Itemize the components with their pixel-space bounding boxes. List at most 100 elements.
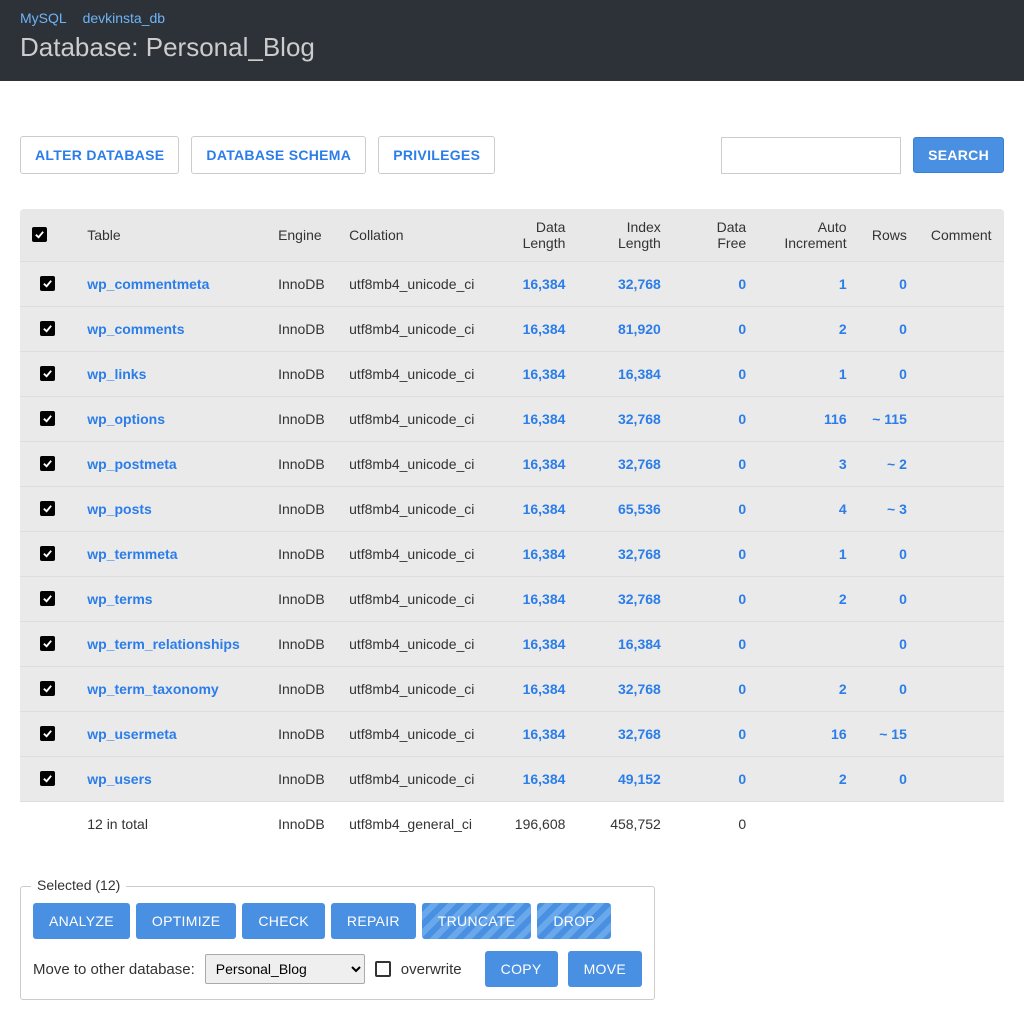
search-input[interactable] <box>721 137 901 174</box>
table-link[interactable]: wp_usermeta <box>87 726 176 742</box>
cell-auto-increment[interactable]: 1 <box>758 262 858 307</box>
truncate-button[interactable]: TRUNCATE <box>422 903 532 939</box>
table-link[interactable]: wp_users <box>87 771 152 787</box>
table-link[interactable]: wp_termmeta <box>87 546 177 562</box>
cell-data-free[interactable]: 0 <box>673 757 758 802</box>
cell-index-length[interactable]: 32,768 <box>577 712 672 757</box>
database-schema-button[interactable]: DATABASE SCHEMA <box>191 136 366 174</box>
optimize-button[interactable]: OPTIMIZE <box>136 903 237 939</box>
alter-database-button[interactable]: ALTER DATABASE <box>20 136 179 174</box>
cell-rows[interactable]: ~ 115 <box>859 397 919 442</box>
col-header-collation[interactable]: Collation <box>337 209 487 262</box>
cell-data-length[interactable]: 16,384 <box>487 622 577 667</box>
cell-index-length[interactable]: 32,768 <box>577 442 672 487</box>
cell-rows[interactable]: 0 <box>859 667 919 712</box>
cell-index-length[interactable]: 49,152 <box>577 757 672 802</box>
row-checkbox[interactable] <box>40 501 55 516</box>
cell-data-length[interactable]: 16,384 <box>487 757 577 802</box>
row-checkbox[interactable] <box>40 636 55 651</box>
row-checkbox[interactable] <box>40 771 55 786</box>
row-checkbox[interactable] <box>40 456 55 471</box>
cell-index-length[interactable]: 32,768 <box>577 667 672 712</box>
cell-index-length[interactable]: 32,768 <box>577 262 672 307</box>
cell-data-free[interactable]: 0 <box>673 487 758 532</box>
move-target-select[interactable]: Personal_Blog <box>205 954 365 984</box>
cell-rows[interactable]: ~ 15 <box>859 712 919 757</box>
cell-auto-increment[interactable]: 2 <box>758 667 858 712</box>
cell-index-length[interactable]: 32,768 <box>577 577 672 622</box>
cell-data-length[interactable]: 16,384 <box>487 352 577 397</box>
cell-auto-increment[interactable]: 3 <box>758 442 858 487</box>
cell-rows[interactable]: ~ 2 <box>859 442 919 487</box>
col-header-index-length[interactable]: Index Length <box>577 209 672 262</box>
row-checkbox[interactable] <box>40 546 55 561</box>
cell-auto-increment[interactable]: 2 <box>758 577 858 622</box>
table-link[interactable]: wp_term_taxonomy <box>87 681 218 697</box>
cell-rows[interactable]: 0 <box>859 307 919 352</box>
check-button[interactable]: CHECK <box>242 903 325 939</box>
table-link[interactable]: wp_commentmeta <box>87 276 209 292</box>
cell-rows[interactable]: 0 <box>859 622 919 667</box>
col-header-data-free[interactable]: Data Free <box>673 209 758 262</box>
overwrite-checkbox[interactable] <box>375 961 391 977</box>
row-checkbox[interactable] <box>40 681 55 696</box>
row-checkbox[interactable] <box>40 366 55 381</box>
cell-auto-increment[interactable]: 2 <box>758 307 858 352</box>
table-link[interactable]: wp_posts <box>87 501 152 517</box>
cell-auto-increment[interactable]: 16 <box>758 712 858 757</box>
cell-data-free[interactable]: 0 <box>673 397 758 442</box>
cell-index-length[interactable]: 16,384 <box>577 622 672 667</box>
cell-data-free[interactable]: 0 <box>673 352 758 397</box>
cell-rows[interactable]: 0 <box>859 352 919 397</box>
cell-auto-increment[interactable] <box>758 622 858 667</box>
row-checkbox[interactable] <box>40 726 55 741</box>
cell-index-length[interactable]: 65,536 <box>577 487 672 532</box>
search-button[interactable]: SEARCH <box>913 137 1004 173</box>
cell-data-free[interactable]: 0 <box>673 262 758 307</box>
row-checkbox[interactable] <box>40 591 55 606</box>
cell-data-length[interactable]: 16,384 <box>487 532 577 577</box>
cell-rows[interactable]: ~ 3 <box>859 487 919 532</box>
col-header-table[interactable]: Table <box>75 209 266 262</box>
cell-data-free[interactable]: 0 <box>673 622 758 667</box>
repair-button[interactable]: REPAIR <box>331 903 416 939</box>
cell-data-length[interactable]: 16,384 <box>487 487 577 532</box>
copy-button[interactable]: COPY <box>485 951 558 987</box>
table-link[interactable]: wp_term_relationships <box>87 636 240 652</box>
cell-data-free[interactable]: 0 <box>673 712 758 757</box>
cell-data-length[interactable]: 16,384 <box>487 442 577 487</box>
cell-data-length[interactable]: 16,384 <box>487 667 577 712</box>
cell-auto-increment[interactable]: 4 <box>758 487 858 532</box>
cell-data-free[interactable]: 0 <box>673 442 758 487</box>
cell-data-length[interactable]: 16,384 <box>487 577 577 622</box>
cell-index-length[interactable]: 81,920 <box>577 307 672 352</box>
row-checkbox[interactable] <box>40 321 55 336</box>
cell-index-length[interactable]: 16,384 <box>577 352 672 397</box>
cell-rows[interactable]: 0 <box>859 577 919 622</box>
cell-data-length[interactable]: 16,384 <box>487 262 577 307</box>
cell-auto-increment[interactable]: 2 <box>758 757 858 802</box>
row-checkbox[interactable] <box>40 276 55 291</box>
cell-data-free[interactable]: 0 <box>673 577 758 622</box>
cell-auto-increment[interactable]: 116 <box>758 397 858 442</box>
cell-index-length[interactable]: 32,768 <box>577 532 672 577</box>
col-header-data-length[interactable]: Data Length <box>487 209 577 262</box>
privileges-button[interactable]: PRIVILEGES <box>378 136 495 174</box>
col-header-rows[interactable]: Rows <box>859 209 919 262</box>
move-button[interactable]: MOVE <box>568 951 642 987</box>
cell-data-free[interactable]: 0 <box>673 532 758 577</box>
col-header-auto-increment[interactable]: Auto Increment <box>758 209 858 262</box>
cell-data-free[interactable]: 0 <box>673 667 758 712</box>
drop-button[interactable]: DROP <box>537 903 611 939</box>
table-link[interactable]: wp_comments <box>87 321 184 337</box>
table-link[interactable]: wp_options <box>87 411 165 427</box>
cell-index-length[interactable]: 32,768 <box>577 397 672 442</box>
table-link[interactable]: wp_terms <box>87 591 152 607</box>
cell-data-length[interactable]: 16,384 <box>487 307 577 352</box>
cell-rows[interactable]: 0 <box>859 757 919 802</box>
breadcrumb-database[interactable]: devkinsta_db <box>83 10 166 26</box>
cell-rows[interactable]: 0 <box>859 532 919 577</box>
row-checkbox[interactable] <box>40 411 55 426</box>
cell-data-length[interactable]: 16,384 <box>487 712 577 757</box>
cell-data-free[interactable]: 0 <box>673 307 758 352</box>
